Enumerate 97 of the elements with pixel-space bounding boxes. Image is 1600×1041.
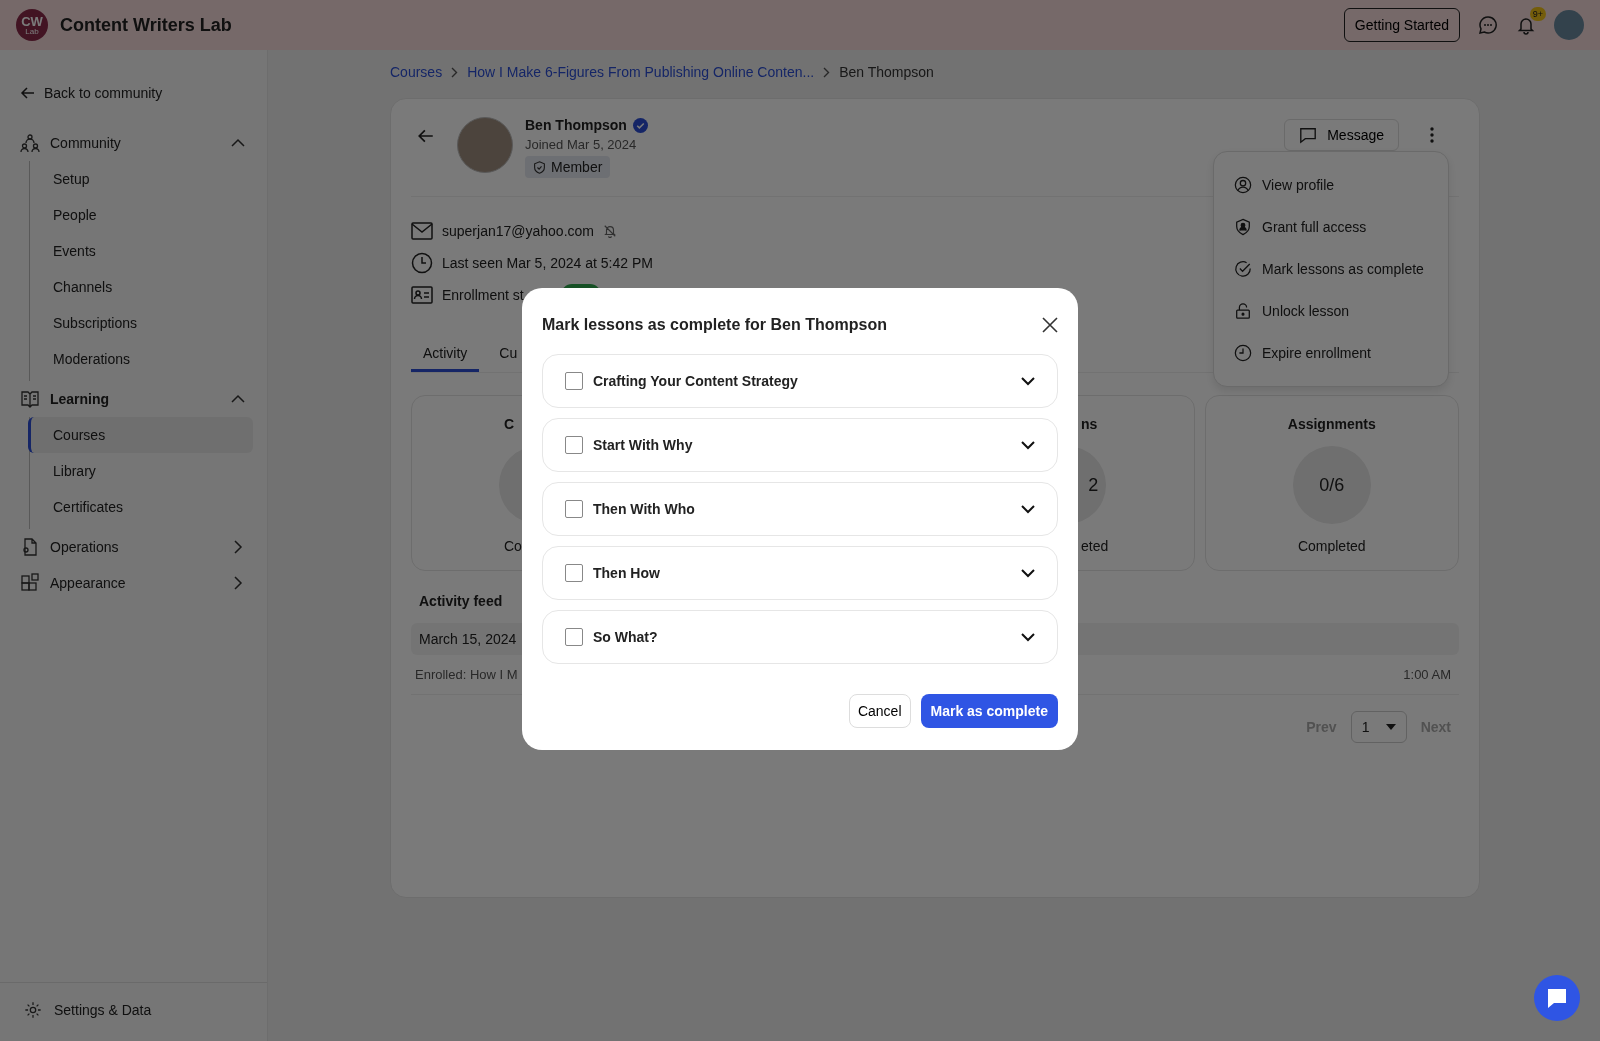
member-name: Ben Thompson xyxy=(525,117,627,133)
lesson-row[interactable]: Then How xyxy=(542,546,1058,600)
menu-item[interactable]: Grant full access xyxy=(1234,206,1428,248)
lesson-title: Then How xyxy=(593,565,661,581)
breadcrumb-link[interactable]: Courses xyxy=(390,64,443,80)
stat-value: 0/6 xyxy=(1319,474,1345,496)
envelope-icon xyxy=(411,222,433,240)
stat-caption: Co xyxy=(504,538,522,554)
settings-link[interactable]: Settings & Data xyxy=(0,982,267,1041)
sidebar-item[interactable]: Courses xyxy=(28,417,253,453)
clock-icon xyxy=(1234,344,1252,362)
chevron-down-icon[interactable] xyxy=(1021,632,1035,642)
user-circle-icon xyxy=(1234,176,1252,194)
breadcrumb-link[interactable]: How I Make 6-Figures From Publishing Online Conten... xyxy=(467,64,815,80)
sidebar-item[interactable]: Subscriptions xyxy=(28,305,253,341)
brand-name: Content Writers Lab xyxy=(60,14,232,36)
sidebar-item[interactable]: Library xyxy=(28,453,253,489)
menu-item[interactable]: Mark lessons as complete xyxy=(1234,248,1428,290)
close-icon[interactable] xyxy=(1042,317,1058,333)
cancel-button[interactable]: Cancel xyxy=(848,694,911,728)
avatar-photo-placeholder xyxy=(457,117,513,173)
more-options-icon[interactable] xyxy=(1429,126,1435,144)
mark-complete-button[interactable]: Mark as complete xyxy=(920,694,1058,728)
back-link[interactable]: Back to community xyxy=(20,85,267,101)
sidebar-section[interactable]: Appearance xyxy=(20,565,267,601)
unlocked-padlock-icon xyxy=(1234,302,1252,320)
lesson-title: Crafting Your Content Strategy xyxy=(593,373,799,389)
sidebar-section[interactable]: Operations xyxy=(20,529,267,565)
blocks-icon xyxy=(20,573,40,593)
chat-icon[interactable] xyxy=(1478,15,1498,35)
checkbox[interactable] xyxy=(565,372,583,390)
enrollment-status-label: Enrollment st xyxy=(442,287,524,303)
check-circle-icon xyxy=(1234,260,1252,278)
chevron-down-icon[interactable] xyxy=(1021,376,1035,386)
stat-value: 2 xyxy=(1088,474,1099,496)
joined-date: Joined Mar 5, 2024 xyxy=(525,137,637,152)
checkbox[interactable] xyxy=(565,500,583,518)
lesson-title: Then With Who xyxy=(593,501,696,517)
lesson-row[interactable]: Then With Who xyxy=(542,482,1058,536)
menu-item[interactable]: Expire enrollment xyxy=(1234,332,1428,374)
chat-launcher-button[interactable] xyxy=(1534,975,1580,1021)
lesson-title: So What? xyxy=(593,629,659,645)
stat-caption: eted xyxy=(1081,538,1109,554)
chevron-right-icon xyxy=(451,66,459,78)
sidebar-item[interactable]: Moderations xyxy=(28,341,253,377)
sidebar-section[interactable]: Community xyxy=(20,125,267,161)
section-heading: Activity feed xyxy=(418,592,504,611)
bell-off-icon xyxy=(603,224,617,238)
menu-item[interactable]: View profile xyxy=(1234,164,1428,206)
sidebar-item[interactable]: People xyxy=(28,197,253,233)
arrow-left-icon xyxy=(20,85,36,101)
shield-user-icon xyxy=(1234,218,1252,236)
stat-title: C xyxy=(504,416,515,432)
arrow-left-icon[interactable] xyxy=(417,127,435,145)
book-icon xyxy=(20,389,40,409)
tab[interactable]: Activity xyxy=(411,337,480,372)
document-icon xyxy=(20,537,40,557)
lesson-row[interactable]: Crafting Your Content Strategy xyxy=(542,354,1058,408)
settings-icon xyxy=(24,1001,42,1019)
chevron-down-icon[interactable] xyxy=(1021,504,1035,514)
sidebar-item[interactable]: Certificates xyxy=(28,489,253,525)
sidebar-item[interactable]: Events xyxy=(28,233,253,269)
checkbox[interactable] xyxy=(565,436,583,454)
page-select[interactable]: 1 xyxy=(1350,711,1407,743)
speech-bubble-icon xyxy=(1546,987,1568,1009)
chevron-down-icon[interactable] xyxy=(1021,568,1035,578)
speech-bubble-icon xyxy=(1299,126,1318,144)
lesson-row[interactable]: So What? xyxy=(542,610,1058,664)
getting-started-button[interactable]: Getting Started xyxy=(1343,8,1460,42)
logo-icon: CW Lab xyxy=(16,9,48,41)
sidebar-item[interactable]: Channels xyxy=(28,269,253,305)
checkbox[interactable] xyxy=(565,564,583,582)
notification-bell-icon[interactable] xyxy=(1516,15,1536,35)
role-badge: Member xyxy=(525,156,611,178)
message-button[interactable]: Message xyxy=(1284,119,1399,151)
clock-icon xyxy=(411,252,433,274)
stat-title: ns xyxy=(1081,416,1098,432)
checkbox[interactable] xyxy=(565,628,583,646)
stat-title: Assignments xyxy=(1287,416,1376,432)
caret-down-icon xyxy=(1385,724,1396,730)
activity-text: Enrolled: How I M xyxy=(415,667,518,682)
notification-count: 9+ xyxy=(1529,7,1546,21)
last-seen-text: Last seen Mar 5, 2024 at 5:42 PM xyxy=(442,255,653,271)
lesson-title: Start With Why xyxy=(593,437,694,453)
email-address: superjan17@yahoo.com xyxy=(442,223,594,239)
sidebar-section[interactable]: Learning xyxy=(20,381,267,417)
activity-time: 1:00 AM xyxy=(1403,667,1451,682)
chevron-right-icon xyxy=(823,66,831,78)
id-card-icon xyxy=(411,286,433,304)
dialog-title: Mark lessons as complete for Ben Thompson xyxy=(542,316,887,334)
stat-caption: Completed xyxy=(1297,538,1366,554)
menu-item[interactable]: Unlock lesson xyxy=(1234,290,1428,332)
chevron-down-icon[interactable] xyxy=(1021,440,1035,450)
sidebar-item[interactable]: Setup xyxy=(28,161,253,197)
current-page-label: Ben Thompson xyxy=(839,64,934,80)
lesson-row[interactable]: Start With Why xyxy=(542,418,1058,472)
people-group-icon xyxy=(20,133,40,153)
